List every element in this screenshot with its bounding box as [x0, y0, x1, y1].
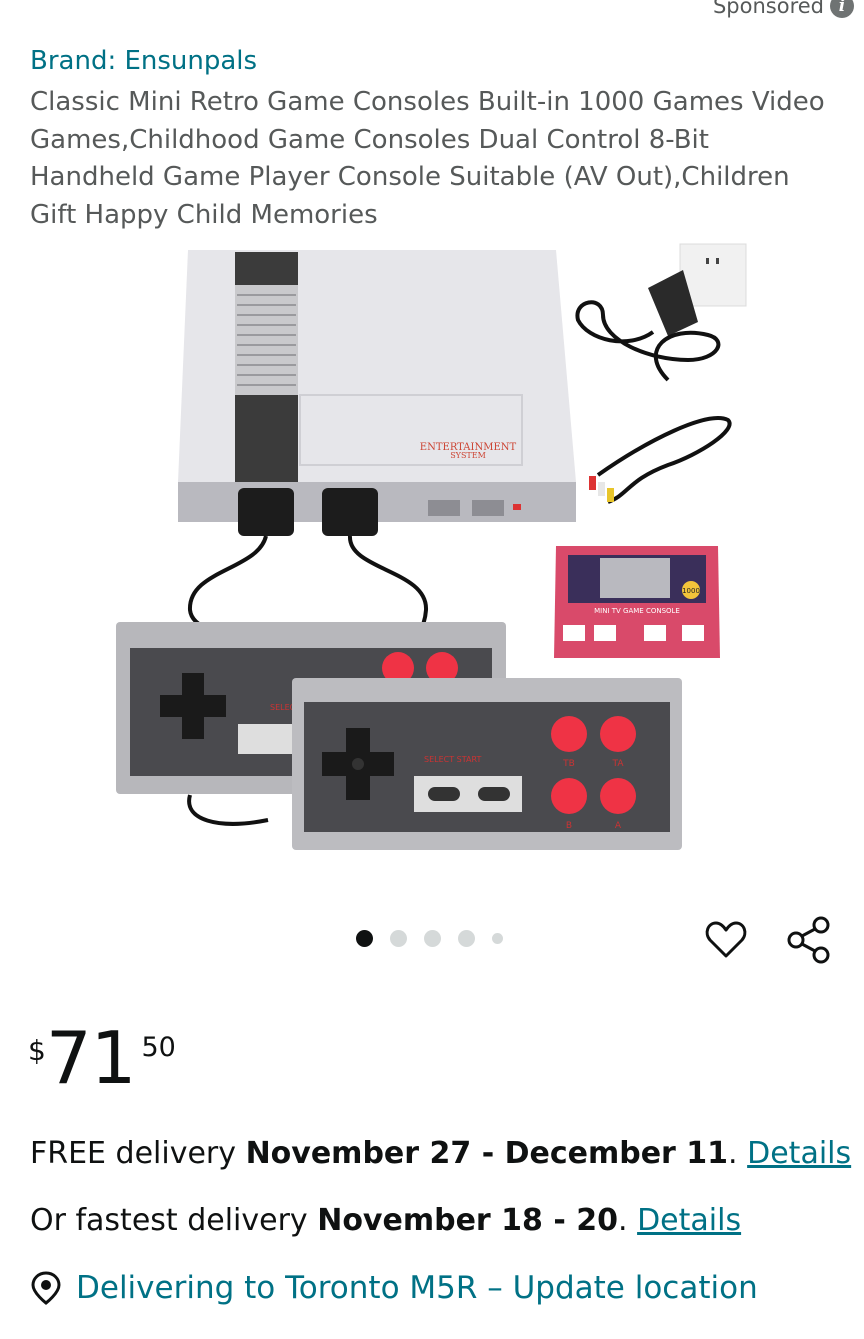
fastest-delivery-dates: November 18 - 20 [317, 1203, 618, 1238]
carousel-dot[interactable] [390, 930, 407, 947]
fastest-delivery-prefix: Or fastest delivery [30, 1203, 318, 1238]
button-tb-label: TB [562, 759, 575, 769]
free-delivery-line: FREE delivery November 27 - December 11.… [30, 1136, 851, 1171]
free-delivery-dates: November 27 - December 11 [245, 1136, 729, 1171]
heart-icon[interactable] [704, 918, 748, 962]
button-b-label: B [566, 821, 572, 831]
location-pin-icon [31, 1271, 61, 1305]
delivery-location[interactable]: Delivering to Toronto M5R – Update locat… [30, 1270, 758, 1306]
sponsored-label[interactable]: Sponsored i [713, 0, 854, 18]
sponsored-text: Sponsored [712, 0, 824, 18]
box-count-text: 1000 [682, 587, 700, 595]
price: $ 71 50 [28, 1020, 176, 1096]
free-delivery-prefix: FREE delivery [30, 1136, 246, 1171]
price-fraction: 50 [141, 1032, 176, 1063]
product-title: Classic Mini Retro Game Consoles Built-i… [30, 87, 825, 230]
carousel-dots [356, 930, 503, 947]
front-controller-select-text: SELECT START [424, 755, 481, 764]
price-whole: 71 [45, 1016, 137, 1100]
fastest-delivery-suffix: . [618, 1203, 638, 1238]
carousel-dot[interactable] [458, 930, 475, 947]
console-sub-text: SYSTEM [450, 451, 486, 460]
brand-link[interactable]: Brand: Ensunpals [30, 46, 257, 76]
free-delivery-suffix: . [728, 1136, 748, 1171]
share-icon[interactable] [786, 915, 832, 965]
carousel-dot[interactable] [424, 930, 441, 947]
fastest-delivery-details-link[interactable]: Details [637, 1203, 741, 1238]
product-image[interactable]: ENTERTAINMENT SYSTEM MINI TV GAME CONSOL… [108, 240, 758, 860]
delivery-location-text[interactable]: Delivering to Toronto M5R – Update locat… [76, 1270, 758, 1306]
carousel-dot[interactable] [356, 930, 373, 947]
carousel-dot[interactable] [492, 933, 503, 944]
button-a-label: A [615, 821, 622, 831]
box-label-text: MINI TV GAME CONSOLE [594, 607, 680, 615]
info-icon[interactable]: i [830, 0, 854, 18]
button-ta-label: TA [612, 759, 625, 769]
free-delivery-details-link[interactable]: Details [747, 1136, 851, 1171]
fastest-delivery-line: Or fastest delivery November 18 - 20. De… [30, 1203, 741, 1238]
price-symbol: $ [28, 1034, 46, 1067]
